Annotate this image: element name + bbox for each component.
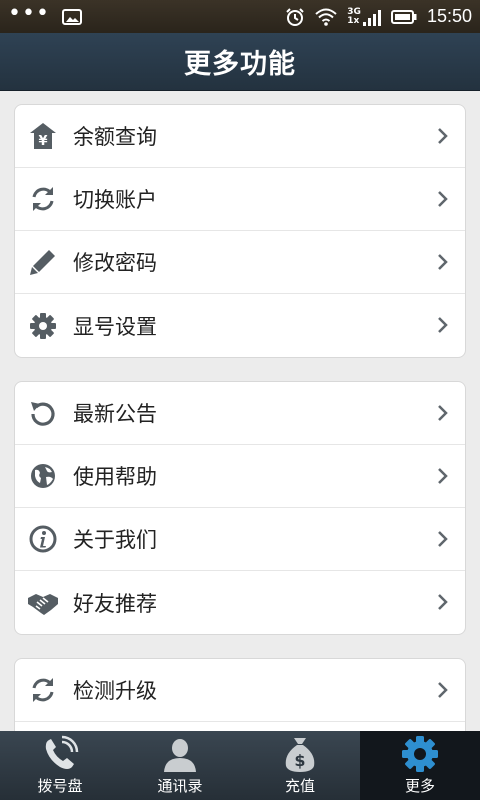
menu-group-system: 检测升级 [14, 658, 466, 731]
tab-contacts[interactable]: 通讯录 [120, 731, 240, 800]
gear-icon [398, 733, 442, 775]
menu-item-label: 使用帮助 [73, 465, 157, 489]
network-sub: 1x [347, 15, 360, 26]
money-bag-icon: $ [278, 733, 322, 775]
status-bar: ••• 3G 1x 15:50 [0, 0, 480, 33]
contacts-icon [158, 733, 202, 775]
balance-icon: ¥ [15, 105, 71, 168]
menu-item-partial[interactable] [15, 722, 465, 731]
menu-item-label: 关于我们 [73, 528, 157, 552]
tab-label: 通讯录 [157, 777, 203, 795]
image-icon [61, 8, 82, 25]
refresh-icon [15, 659, 71, 722]
menu-item-label: 切换账户 [73, 188, 157, 212]
title-bar: 更多功能 [0, 33, 480, 91]
more-dots-icon: ••• [8, 0, 50, 26]
menu-item-label: 显号设置 [73, 314, 157, 339]
info-icon [15, 508, 71, 571]
menu-item-help[interactable]: 使用帮助 [15, 445, 465, 508]
alarm-icon [286, 7, 305, 26]
bottom-tab-bar: 拨号盘 通讯录 $ 充值 更多 [0, 731, 480, 800]
signal-indicator: 3G 1x [347, 7, 381, 26]
svg-text:$: $ [294, 751, 305, 770]
chevron-right-icon [438, 191, 448, 207]
menu-group-info: 最新公告 使用帮助 关于我们 好友推荐 [14, 381, 466, 635]
refresh-icon [15, 168, 71, 231]
menu-item-about-us[interactable]: 关于我们 [15, 508, 465, 571]
chevron-right-icon [438, 254, 448, 270]
gear-icon [15, 294, 71, 357]
tab-label: 更多 [404, 777, 435, 795]
menu-item-check-update[interactable]: 检测升级 [15, 659, 465, 722]
signal-icon [362, 9, 381, 26]
chevron-right-icon [438, 405, 448, 421]
help-globe-icon [15, 445, 71, 508]
svg-text:¥: ¥ [38, 134, 47, 149]
menu-item-label: 最新公告 [73, 402, 157, 426]
chevron-right-icon [438, 682, 448, 698]
chevron-right-icon [438, 128, 448, 144]
wifi-icon [315, 8, 337, 26]
pencil-icon [15, 231, 71, 294]
menu-item-switch-account[interactable]: 切换账户 [15, 168, 465, 231]
menu-content[interactable]: ¥ 余额查询 切换账户 修改密码 显号设置 最新公告 使用帮助 关于我们 好友推… [0, 91, 480, 731]
page-title: 更多功能 [184, 49, 296, 80]
chevron-right-icon [438, 531, 448, 547]
menu-item-latest-notice[interactable]: 最新公告 [15, 382, 465, 445]
menu-item-label: 好友推荐 [73, 591, 157, 616]
chevron-right-icon [438, 594, 448, 610]
phone-icon [38, 733, 82, 775]
tab-label: 充值 [284, 777, 315, 795]
rotate-icon [15, 382, 71, 445]
chevron-right-icon [438, 317, 448, 333]
menu-item-label: 修改密码 [73, 251, 157, 275]
tab-label: 拨号盘 [37, 777, 83, 795]
tab-recharge[interactable]: $ 充值 [240, 731, 360, 800]
tab-dialpad[interactable]: 拨号盘 [0, 731, 120, 800]
clock-time: 15:50 [426, 6, 472, 26]
menu-item-recommend-friends[interactable]: 好友推荐 [15, 571, 465, 634]
menu-item-label: 检测升级 [73, 679, 157, 703]
tab-more[interactable]: 更多 [360, 731, 480, 800]
menu-item-balance-query[interactable]: ¥ 余额查询 [15, 105, 465, 168]
menu-item-change-password[interactable]: 修改密码 [15, 231, 465, 294]
menu-item-label: 余额查询 [73, 125, 157, 149]
handshake-icon [15, 571, 71, 634]
menu-item-caller-id-settings[interactable]: 显号设置 [15, 294, 465, 357]
battery-icon [390, 9, 417, 24]
chevron-right-icon [438, 468, 448, 484]
menu-group-account: ¥ 余额查询 切换账户 修改密码 显号设置 [14, 104, 466, 358]
